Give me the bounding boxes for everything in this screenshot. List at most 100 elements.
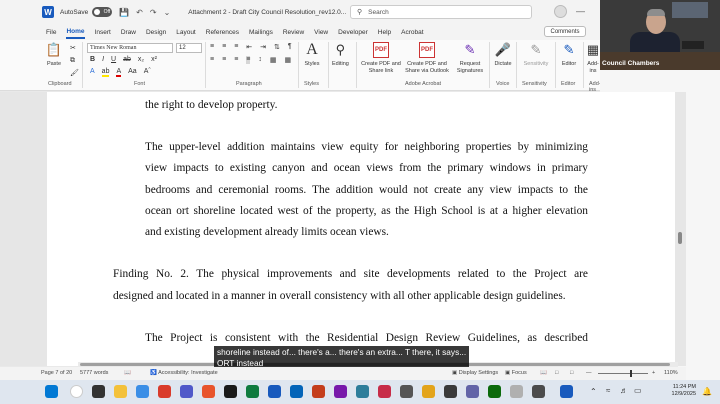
styles-button[interactable]: A Styles — [304, 41, 320, 68]
sort-icon[interactable]: ⇅ — [274, 43, 280, 51]
cut-icon[interactable]: ✂ — [70, 44, 76, 52]
request-signatures-button[interactable]: ✎ Request Signatures — [452, 42, 488, 74]
app-icon[interactable] — [400, 385, 413, 398]
tab-design[interactable]: Design — [146, 27, 166, 38]
highlight-icon[interactable]: ab — [101, 68, 110, 77]
zoom-out-icon[interactable]: — — [586, 370, 592, 376]
borders-icon[interactable]: ▦ — [285, 56, 292, 64]
editor-button[interactable]: ✎ Editor — [558, 42, 580, 68]
edge-icon[interactable] — [136, 385, 149, 398]
teams-icon[interactable] — [180, 385, 193, 398]
tab-help[interactable]: Help — [378, 27, 391, 38]
superscript-icon[interactable]: x² — [151, 56, 157, 63]
tab-file[interactable]: File — [46, 27, 56, 38]
create-pdf-share-link-button[interactable]: PDF Create PDF and Share link — [360, 42, 402, 74]
autosave-toggle[interactable]: Off — [92, 7, 113, 17]
document-page[interactable]: the right to develop property. The upper-… — [47, 92, 675, 366]
app-icon[interactable] — [532, 385, 545, 398]
notifications-icon[interactable]: 🔔 — [702, 387, 712, 396]
format-painter-icon[interactable]: 🖌 — [70, 69, 79, 77]
align-center-icon[interactable]: ≡ — [222, 56, 226, 64]
word-taskbar-icon[interactable] — [268, 385, 281, 398]
document-line[interactable]: view impacts to existing canyon and ocea… — [145, 158, 588, 179]
app-icon[interactable] — [224, 385, 237, 398]
app-icon[interactable] — [510, 385, 523, 398]
shading-icon[interactable]: ▦ — [270, 56, 277, 64]
zoom-in-icon[interactable]: + — [652, 370, 655, 376]
tab-layout[interactable]: Layout — [176, 27, 196, 38]
change-case-icon[interactable]: Aa — [128, 68, 137, 77]
redo-icon[interactable]: ↷ — [150, 8, 157, 17]
zoom-level[interactable]: 110% — [664, 370, 678, 376]
tab-mailings[interactable]: Mailings — [249, 27, 273, 38]
document-line[interactable]: bedrooms and ceremonial rooms. The addit… — [145, 180, 588, 201]
tab-acrobat[interactable]: Acrobat — [401, 27, 423, 38]
vertical-scroll-thumb[interactable] — [678, 232, 682, 244]
app-icon[interactable] — [158, 385, 171, 398]
document-line[interactable]: The upper-level addition maintains view … — [145, 137, 588, 158]
tray-app-icon[interactable] — [560, 385, 573, 398]
word-count[interactable]: 5777 words — [80, 370, 108, 376]
bold-icon[interactable]: B — [90, 56, 95, 63]
comments-button[interactable]: Comments — [544, 26, 586, 37]
font-size-select[interactable]: 12 — [176, 43, 202, 53]
onenote-icon[interactable] — [334, 385, 347, 398]
display-settings-button[interactable]: ▣ Display Settings — [452, 370, 498, 376]
more-commands-icon[interactable]: ⌄ — [164, 8, 171, 17]
outlook-icon[interactable] — [290, 385, 303, 398]
document-line[interactable]: and existing development already limits … — [145, 222, 588, 243]
minimize-icon[interactable]: — — [576, 6, 585, 16]
copy-icon[interactable]: ⧉ — [70, 57, 75, 65]
excel-icon[interactable] — [246, 385, 259, 398]
start-icon[interactable] — [45, 385, 58, 398]
accessibility-status[interactable]: ♿ Accessibility: Investigate — [150, 370, 218, 376]
show-marks-icon[interactable]: ¶ — [288, 43, 292, 51]
app-icon[interactable] — [466, 385, 479, 398]
print-layout-icon[interactable]: □ — [555, 370, 558, 376]
wifi-icon[interactable]: ≈ — [606, 386, 610, 395]
tab-draw[interactable]: Draw — [121, 27, 136, 38]
tab-view[interactable]: View — [314, 27, 328, 38]
acrobat-icon[interactable] — [378, 385, 391, 398]
justify-icon[interactable]: ≡ — [246, 56, 251, 64]
document-line[interactable]: the right to develop property. — [145, 95, 588, 116]
document-line[interactable]: ocean ort shoreline located west of the … — [145, 201, 588, 222]
app-icon[interactable] — [488, 385, 501, 398]
bullets-icon[interactable]: ≡ — [210, 43, 214, 51]
focus-button[interactable]: ▣ Focus — [505, 370, 527, 376]
volume-icon[interactable]: ♬ — [620, 386, 628, 395]
app-icon[interactable] — [444, 385, 457, 398]
document-line[interactable]: Finding No. 2. The physical improvements… — [113, 264, 588, 285]
undo-icon[interactable]: ↶ — [136, 8, 143, 17]
font-color-icon[interactable]: A — [116, 68, 122, 77]
clock[interactable]: 11:24 PM 12/9/2025 — [662, 384, 696, 398]
line-spacing-icon[interactable]: ↕ — [258, 56, 262, 64]
tab-review[interactable]: Review — [283, 27, 304, 38]
increase-indent-icon[interactable]: ⇥ — [260, 43, 266, 51]
zoom-slider[interactable] — [598, 373, 648, 374]
proofing-icon[interactable]: 📖 — [124, 370, 131, 376]
powerpoint-icon[interactable] — [312, 385, 325, 398]
text-effects-icon[interactable]: A — [90, 68, 95, 77]
read-mode-icon[interactable]: 📖 — [540, 370, 547, 376]
document-line[interactable]: designed and located in a manner in over… — [113, 286, 588, 307]
font-name-select[interactable]: Times New Roman — [87, 43, 173, 53]
chrome-icon[interactable] — [202, 385, 215, 398]
tab-developer[interactable]: Developer — [338, 27, 368, 38]
avatar[interactable] — [554, 5, 567, 18]
tab-home[interactable]: Home — [66, 26, 85, 39]
create-pdf-outlook-button[interactable]: PDF Create PDF and Share via Outlook — [404, 42, 450, 74]
search-taskbar-icon[interactable] — [70, 385, 83, 398]
italic-icon[interactable]: I — [102, 56, 104, 63]
task-view-icon[interactable] — [92, 385, 105, 398]
dictate-button[interactable]: 🎤 Dictate — [492, 42, 514, 68]
subscript-icon[interactable]: x₂ — [138, 56, 144, 63]
chevron-up-icon[interactable]: ⌃ — [590, 387, 597, 396]
app-icon[interactable] — [356, 385, 369, 398]
tab-references[interactable]: References — [206, 27, 239, 38]
grow-font-icon[interactable]: Aˆ — [144, 68, 151, 77]
decrease-indent-icon[interactable]: ⇤ — [246, 43, 252, 51]
sensitivity-button[interactable]: ✎ Sensitivity — [520, 42, 552, 68]
battery-icon[interactable]: ▭ — [634, 386, 642, 395]
search-input[interactable]: ⚲ Search — [350, 5, 532, 19]
